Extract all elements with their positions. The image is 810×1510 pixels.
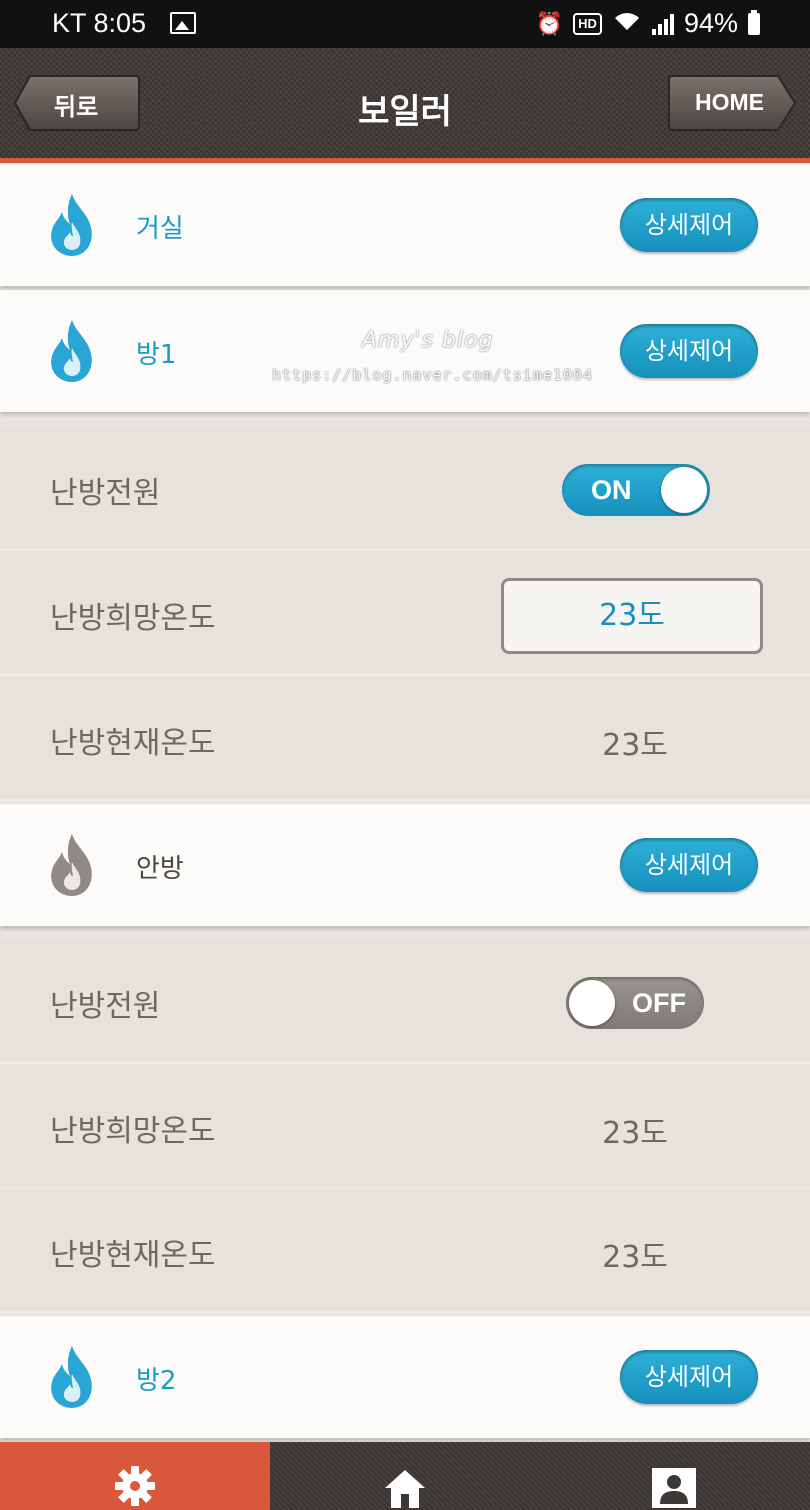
home-label: HOME xyxy=(695,89,764,115)
setting-power: 난방전원 OFF xyxy=(0,939,810,1064)
flame-icon xyxy=(51,320,92,382)
target-temp-input[interactable]: 23도 xyxy=(501,578,763,654)
gallery-icon xyxy=(170,12,196,34)
setting-label: 난방현재온도 xyxy=(50,726,216,761)
room-row-living[interactable]: 거실 상세제어 xyxy=(0,164,810,286)
setting-current-temp: 난방현재온도 23도 xyxy=(0,676,810,801)
toggle-knob xyxy=(569,980,615,1026)
setting-label: 난방현재온도 xyxy=(50,1238,216,1273)
target-temp-value: 23도 xyxy=(602,1116,668,1151)
room-name: 거실 xyxy=(136,214,184,244)
home-icon xyxy=(385,1470,425,1508)
watermark-url: https://blog.naver.com/tsime1004 xyxy=(272,366,593,384)
flame-icon xyxy=(51,834,92,896)
setting-target-temp: 난방희망온도 23도 xyxy=(0,551,810,676)
alarm-icon: ⏰ xyxy=(535,10,564,36)
room-row-master[interactable]: 안방 상세제어 xyxy=(0,804,810,926)
toggle-knob xyxy=(661,467,707,513)
detail-control-button[interactable]: 상세제어 xyxy=(620,838,758,892)
header-divider xyxy=(0,158,810,163)
tab-settings[interactable] xyxy=(0,1442,270,1510)
setting-current-temp: 난방현재온도 23도 xyxy=(0,1188,810,1313)
user-icon xyxy=(652,1468,696,1508)
bottom-nav xyxy=(0,1442,810,1510)
flame-icon xyxy=(51,194,92,256)
carrier-time: KT 8:05 xyxy=(52,8,147,38)
setting-power: 난방전원 ON xyxy=(0,426,810,551)
detail-control-button[interactable]: 상세제어 xyxy=(620,324,758,378)
room-name: 방2 xyxy=(136,1366,177,1396)
battery-icon xyxy=(748,9,760,35)
signal-icon xyxy=(651,13,674,35)
setting-target-temp: 난방희망온도 23도 xyxy=(0,1064,810,1189)
gear-icon xyxy=(115,1466,155,1506)
watermark-title: Amy's blog xyxy=(362,328,494,353)
battery-percent: 94% xyxy=(683,8,738,38)
status-icons: ⏰ HD 94% xyxy=(536,8,760,39)
toggle-text: ON xyxy=(591,475,632,505)
room-row-room2[interactable]: 방2 상세제어 xyxy=(0,1316,810,1438)
toggle-text: OFF xyxy=(632,988,686,1018)
wifi-icon xyxy=(612,10,642,38)
room-name: 방1 xyxy=(136,340,177,370)
tab-home[interactable] xyxy=(270,1442,540,1510)
power-toggle[interactable]: ON xyxy=(562,464,710,516)
tab-profile[interactable] xyxy=(540,1442,810,1510)
home-button[interactable]: HOME xyxy=(668,74,796,132)
setting-label: 난방전원 xyxy=(50,989,161,1024)
current-temp-value: 23도 xyxy=(602,1240,668,1275)
setting-label: 난방전원 xyxy=(50,476,161,511)
current-temp-value: 23도 xyxy=(602,728,668,763)
detail-control-button[interactable]: 상세제어 xyxy=(620,1350,758,1404)
hd-icon: HD xyxy=(573,12,602,35)
power-toggle[interactable]: OFF xyxy=(566,977,704,1029)
setting-label: 난방희망온도 xyxy=(50,1114,216,1149)
status-bar: KT 8:05 ⏰ HD 94% xyxy=(0,0,810,48)
detail-control-button[interactable]: 상세제어 xyxy=(620,198,758,252)
flame-icon xyxy=(51,1346,92,1408)
app-header: 뒤로 보일러 HOME xyxy=(0,48,810,158)
room-name: 안방 xyxy=(136,854,184,884)
setting-label: 난방희망온도 xyxy=(50,601,216,636)
